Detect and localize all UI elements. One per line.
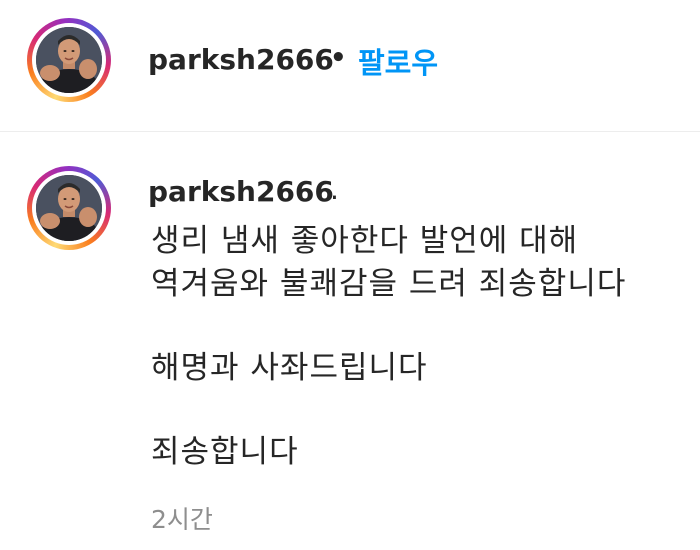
- separator-dot: •: [330, 43, 347, 73]
- comment-timestamp[interactable]: 2시간: [151, 500, 213, 536]
- comment-username[interactable]: parksh2666: [148, 175, 334, 208]
- comment-avatar[interactable]: [27, 166, 111, 250]
- post-header: parksh2666 • 팔로우: [0, 0, 700, 132]
- profile-photo-icon: [36, 27, 102, 93]
- comment-text-line: 죄송합니다: [151, 434, 299, 470]
- avatar[interactable]: [27, 18, 111, 102]
- comment-text-line: 생리 냄새 좋아한다 발언에 대해: [151, 223, 579, 259]
- profile-photo-icon: [36, 175, 102, 241]
- username-suffix: .: [330, 173, 339, 206]
- post-author-username[interactable]: parksh2666: [148, 43, 334, 76]
- follow-button[interactable]: 팔로우: [358, 40, 438, 82]
- comment-text-line: 역겨움와 불쾌감을 드려 죄송합니다: [151, 266, 627, 302]
- comment-text-line: 해명과 사좌드립니다: [151, 350, 428, 386]
